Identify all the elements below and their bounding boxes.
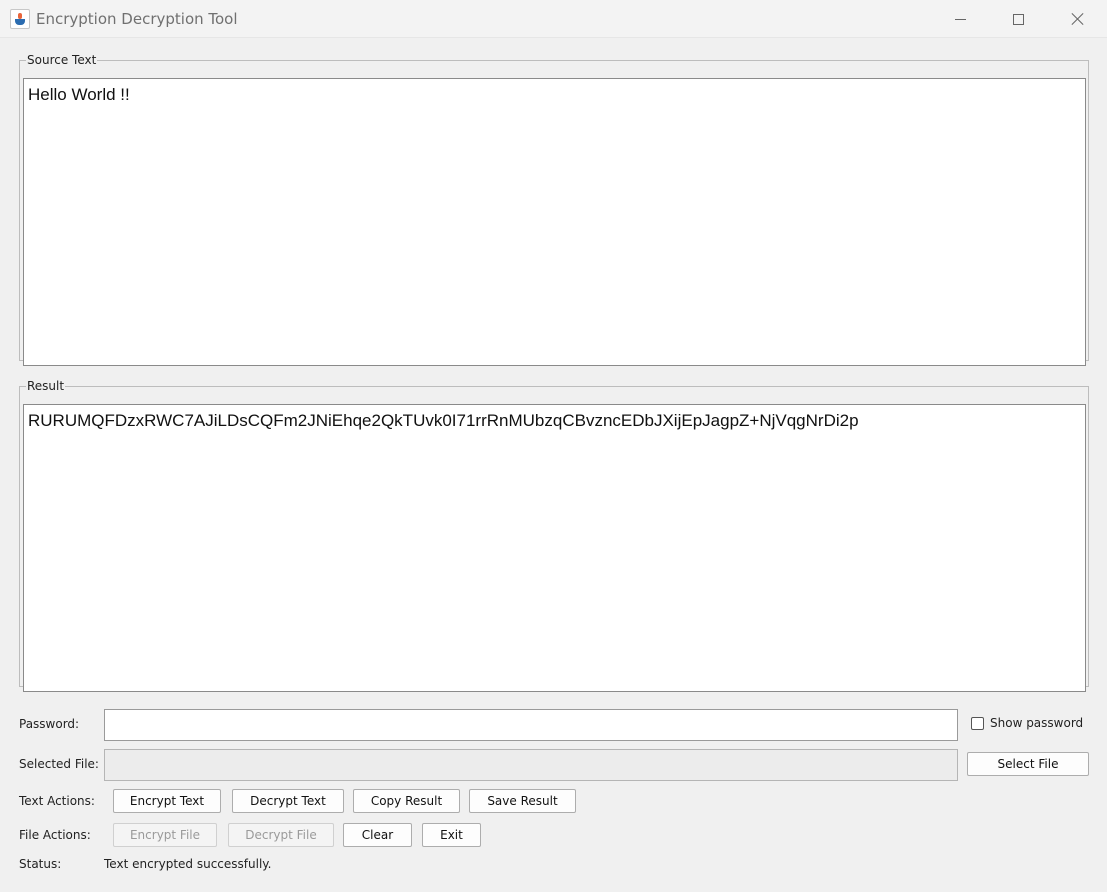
minimize-button[interactable]: [931, 0, 989, 38]
encrypt-text-button[interactable]: Encrypt Text: [113, 789, 221, 813]
result-text-area[interactable]: RURUMQFDzxRWC7AJiLDsCQFm2JNiEhqe2QkTUvk0…: [23, 404, 1086, 692]
encrypt-file-button[interactable]: Encrypt File: [113, 823, 217, 847]
save-result-button[interactable]: Save Result: [469, 789, 576, 813]
source-text-legend: Source Text: [27, 53, 97, 67]
window-title: Encryption Decryption Tool: [36, 10, 238, 28]
show-password-label: Show password: [990, 716, 1084, 730]
clear-button[interactable]: Clear: [343, 823, 412, 847]
maximize-button[interactable]: [989, 0, 1047, 38]
exit-button[interactable]: Exit: [422, 823, 481, 847]
result-panel: Result RURUMQFDzxRWC7AJiLDsCQFm2JNiEhqe2…: [19, 379, 1089, 692]
password-label: Password:: [19, 717, 80, 731]
selected-file-field: [104, 749, 958, 781]
select-file-button[interactable]: Select File: [967, 752, 1089, 776]
file-actions-label: File Actions:: [19, 828, 91, 842]
source-text-panel: Source Text Hello World !!: [19, 53, 1089, 366]
decrypt-text-button[interactable]: Decrypt Text: [232, 789, 344, 813]
title-bar: Encryption Decryption Tool: [0, 0, 1107, 38]
copy-result-button[interactable]: Copy Result: [353, 789, 460, 813]
maximize-icon: [1012, 13, 1024, 25]
show-password-toggle[interactable]: Show password: [971, 716, 1083, 730]
status-message: Text encrypted successfully.: [104, 857, 272, 871]
close-icon: [1071, 12, 1085, 26]
java-app-icon: [10, 9, 30, 29]
result-legend: Result: [27, 379, 65, 393]
close-button[interactable]: [1049, 0, 1107, 38]
source-text-area[interactable]: Hello World !!: [23, 78, 1086, 366]
status-label: Status:: [19, 857, 62, 871]
password-field[interactable]: [104, 709, 958, 741]
text-actions-label: Text Actions:: [19, 794, 95, 808]
minimize-icon: [954, 18, 966, 20]
selected-file-label: Selected File:: [19, 757, 99, 771]
show-password-checkbox[interactable]: [971, 716, 984, 730]
decrypt-file-button[interactable]: Decrypt File: [228, 823, 334, 847]
